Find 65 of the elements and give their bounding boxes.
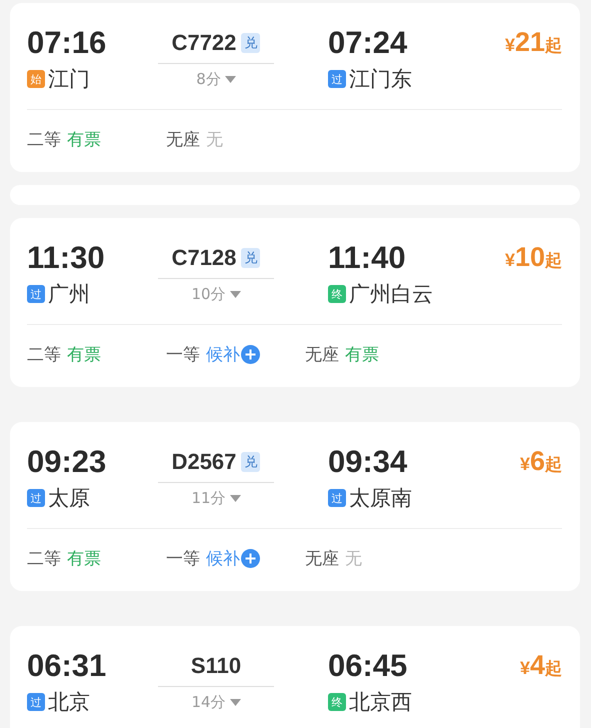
train-card[interactable]: 07:16 始 江门 C7722 兑 8分 07:24 过 江门东 ¥21起 二等 有票 无座 无: [10, 3, 580, 172]
price: ¥6起: [520, 446, 562, 477]
caret-icon: [224, 76, 236, 83]
departure-time: 09:23: [27, 444, 108, 480]
seat-status: 有票: [67, 548, 101, 570]
station-badge: 终: [328, 285, 346, 303]
seat-class: 二等: [27, 128, 61, 150]
seat-status[interactable]: 候补: [206, 546, 260, 570]
seat-class: 无座: [166, 128, 200, 150]
arrival-station: 太原南: [349, 485, 412, 512]
departure-station: 北京: [48, 689, 90, 716]
exchange-tag: 兑: [241, 33, 260, 53]
train-number: C7722: [172, 30, 236, 56]
station-badge: 过: [27, 489, 45, 507]
arrival-station: 广州白云: [349, 281, 433, 308]
exchange-tag: 兑: [241, 248, 260, 268]
arrival-time: 07:24: [328, 25, 408, 61]
duration-toggle[interactable]: 8分: [196, 70, 236, 89]
station-badge: 终: [328, 693, 346, 711]
train-card[interactable]: 09:23 过 太原 D2567 兑 11分 09:34 过 太原南 ¥6起 二等 有票 一等 候补 无座 无: [10, 422, 580, 591]
seat-status: 有票: [67, 344, 101, 366]
price: ¥21起: [504, 27, 562, 58]
station-badge: 始: [27, 70, 45, 88]
seat-class: 无座: [305, 548, 339, 570]
plus-icon: [241, 344, 260, 364]
seat-class: 一等: [166, 344, 200, 366]
train-card[interactable]: 06:31 过 北京 S110 14分 06:45 终 北京西 ¥4起: [10, 626, 580, 728]
arrival-time: 06:45: [328, 648, 408, 684]
price: ¥10起: [504, 242, 562, 273]
seat-class: 一等: [166, 548, 200, 570]
caret-icon: [230, 291, 241, 298]
seat-status: 无: [206, 128, 223, 150]
departure-time: 11:30: [27, 240, 106, 276]
duration-toggle[interactable]: 10分: [191, 285, 241, 304]
departure-time: 06:31: [27, 648, 108, 684]
station-badge: 过: [328, 489, 346, 507]
departure-station: 广州: [48, 281, 90, 308]
seat-class: 无座: [305, 344, 339, 366]
seat-status: 无: [345, 548, 362, 570]
arrival-time: 09:34: [328, 444, 408, 480]
arrival-time: 11:40: [328, 240, 407, 276]
plus-icon: [241, 548, 260, 568]
caret-icon: [230, 495, 241, 502]
train-number: D2567: [172, 449, 236, 475]
seat-class: 二等: [27, 344, 61, 366]
price: ¥4起: [520, 650, 562, 681]
seat-status[interactable]: 候补: [206, 342, 260, 366]
duration-toggle[interactable]: 14分: [191, 693, 241, 712]
seat-status: 有票: [345, 344, 379, 366]
train-card[interactable]: 11:30 过 广州 C7128 兑 10分 11:40 终 广州白云 ¥10起 二等 有票 一等 候补 无座 有票: [10, 218, 580, 387]
train-number: S110: [190, 653, 242, 679]
station-badge: 过: [328, 70, 346, 88]
arrival-station: 北京西: [349, 689, 412, 716]
exchange-tag: 兑: [241, 452, 260, 472]
caret-icon: [230, 699, 241, 706]
departure-station: 江门: [48, 66, 90, 93]
departure-station: 太原: [48, 485, 90, 512]
station-badge: 过: [27, 693, 45, 711]
duration-toggle[interactable]: 11分: [191, 489, 241, 508]
seat-status: 有票: [67, 128, 101, 150]
station-badge: 过: [27, 285, 45, 303]
departure-time: 07:16: [27, 25, 108, 61]
seat-class: 二等: [27, 548, 61, 570]
train-number: C7128: [172, 245, 236, 271]
arrival-station: 江门东: [349, 66, 412, 93]
